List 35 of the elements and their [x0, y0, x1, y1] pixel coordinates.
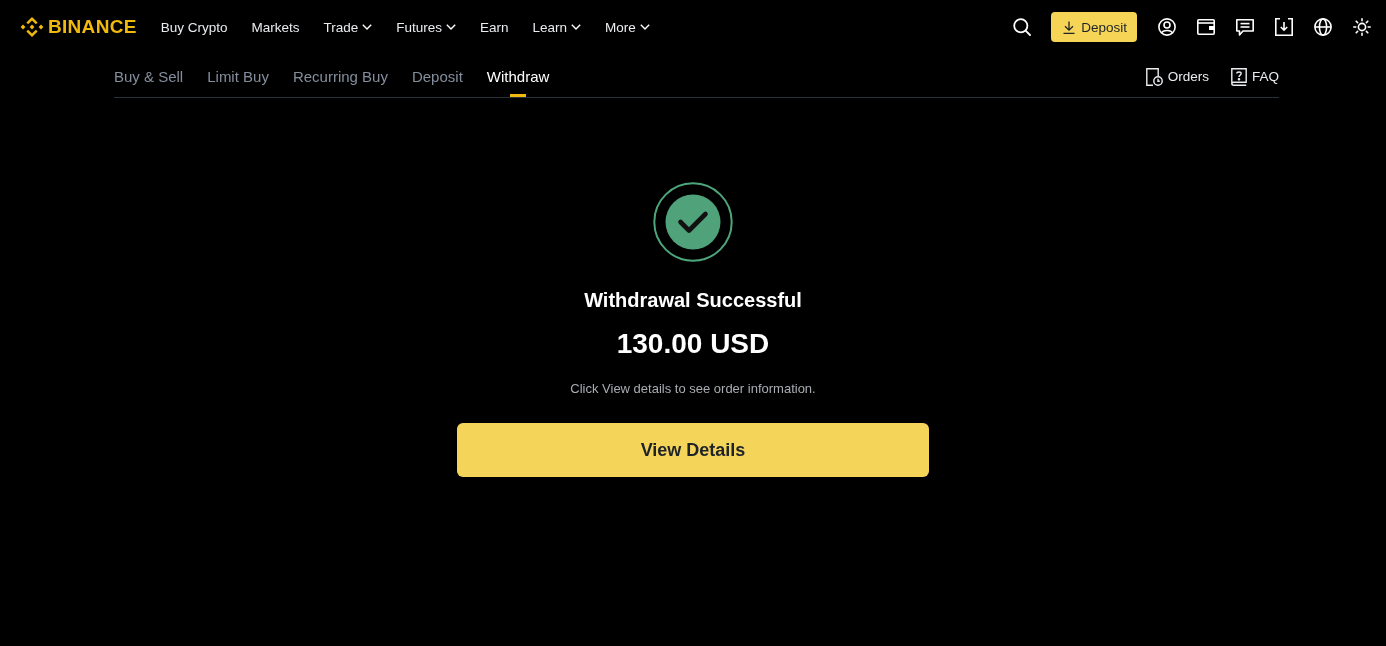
tab[interactable]: Deposit: [411, 54, 463, 97]
nav-link[interactable]: Markets: [251, 19, 300, 35]
status-title: Withdrawal Successful: [584, 288, 802, 312]
caret-icon: [639, 24, 650, 30]
deposit-button[interactable]: Deposit: [1051, 12, 1137, 42]
globe-icon[interactable]: [1314, 18, 1332, 36]
nav-link[interactable]: Trade: [323, 19, 373, 35]
chat-icon[interactable]: [1236, 18, 1254, 36]
logo-link[interactable]: BINANCE: [20, 15, 137, 39]
download-icon[interactable]: [1275, 18, 1293, 36]
nav-link[interactable]: More: [605, 19, 650, 35]
user-icon[interactable]: [1158, 18, 1176, 36]
document-clock-icon: [1145, 67, 1163, 86]
withdrawal-amount: 130.00 USD: [616, 327, 770, 361]
nav-link[interactable]: Earn: [480, 19, 509, 35]
nav-link[interactable]: Learn: [532, 19, 582, 35]
orders-link[interactable]: Orders: [1145, 67, 1209, 86]
view-details-button[interactable]: View Details: [457, 423, 929, 477]
nav-link[interactable]: Buy Crypto: [160, 19, 228, 35]
caret-icon: [446, 24, 456, 30]
faq-link[interactable]: FAQ: [1231, 67, 1279, 86]
question-book-icon: [1231, 67, 1247, 86]
nav-link[interactable]: Futures: [396, 19, 456, 35]
tab[interactable]: Buy & Sell: [114, 54, 184, 97]
logo-icon: [20, 15, 44, 39]
tab[interactable]: Limit Buy: [207, 54, 269, 97]
tab[interactable]: Recurring Buy: [292, 54, 388, 97]
caret-icon: [362, 24, 373, 30]
check-circle-icon: [653, 182, 733, 262]
search-icon[interactable]: [1013, 18, 1032, 36]
caret-icon: [571, 24, 582, 30]
wallet-icon[interactable]: [1197, 19, 1215, 35]
download-arrow-icon: [1063, 20, 1076, 34]
info-text: Click View details to see order information.: [570, 381, 816, 397]
sun-icon[interactable]: [1353, 18, 1371, 36]
